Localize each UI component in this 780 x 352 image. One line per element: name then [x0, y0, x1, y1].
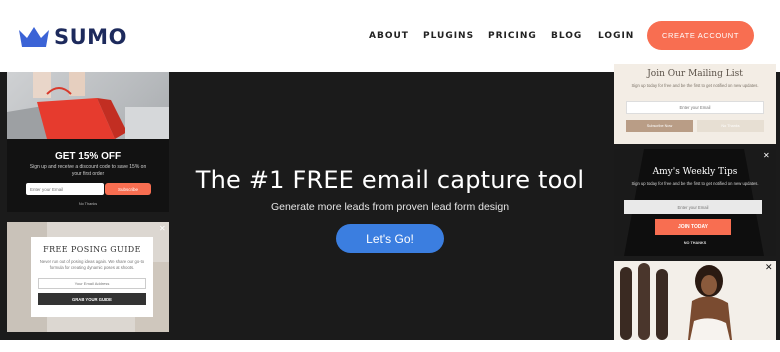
mailing-list-popup-example: Join Our Mailing List Sign up today for …: [614, 64, 776, 144]
popup-email-input[interactable]: [624, 200, 762, 214]
photo-popup-example: ✕: [614, 261, 776, 340]
nav-plugins[interactable]: PLUGINS: [423, 31, 474, 41]
grab-guide-button[interactable]: GRAB YOUR GUIDE: [38, 293, 146, 305]
popup-panel: FREE POSING GUIDE Never run out of posin…: [31, 237, 153, 317]
popup-email-input[interactable]: [626, 101, 764, 114]
nav-pricing[interactable]: PRICING: [488, 31, 537, 41]
nav-login[interactable]: LOGIN: [598, 31, 634, 41]
popup-title: Join Our Mailing List: [647, 69, 743, 79]
portrait-photo: [614, 261, 776, 340]
nav-blog[interactable]: BLOG: [551, 31, 582, 41]
page: SUMO ABOUT PLUGINS PRICING BLOG LOGIN CR…: [0, 0, 780, 352]
page-bottom-strip: [0, 340, 780, 352]
discount-popup-example: GET 15% OFF Sign up and receive a discou…: [7, 72, 169, 212]
popup-email-input[interactable]: [38, 278, 146, 289]
popup-title: FREE POSING GUIDE: [43, 245, 141, 254]
site-header: SUMO ABOUT PLUGINS PRICING BLOG LOGIN CR…: [0, 0, 780, 72]
popup-email-input[interactable]: [26, 183, 104, 195]
popup-description: Sign up today for free and be the first …: [631, 181, 759, 186]
join-today-button[interactable]: JOIN TODAY: [655, 219, 731, 235]
popup-title: GET 15% OFF: [54, 151, 122, 162]
hero-subtitle: Generate more leads from proven lead for…: [270, 201, 510, 213]
create-account-button[interactable]: CREATE ACCOUNT: [647, 21, 754, 50]
close-icon[interactable]: ✕: [765, 262, 773, 273]
no-thanks-button[interactable]: No Thanks: [697, 120, 764, 132]
shopping-bag-photo: [7, 72, 169, 139]
subscribe-button[interactable]: Subscribe: [105, 183, 151, 195]
popup-title: Amy's Weekly Tips: [652, 167, 738, 177]
close-icon[interactable]: ✕: [763, 151, 770, 160]
posing-guide-popup-example: FREE POSING GUIDE Never run out of posin…: [7, 222, 169, 332]
popup-description: Never run out of posing ideas again. We …: [39, 259, 145, 270]
weekly-tips-popup-example: Amy's Weekly Tips Sign up today for free…: [614, 149, 776, 256]
popup-description: Sign up today for free and be the first …: [631, 83, 759, 88]
no-thanks-link[interactable]: No Thanks: [7, 202, 169, 206]
close-icon[interactable]: ✕: [159, 224, 166, 233]
no-thanks-link[interactable]: NO THANKS: [614, 241, 776, 245]
popup-description: Sign up and receive a discount code to s…: [29, 164, 147, 177]
hero-title: The #1 FREE email capture tool: [195, 166, 585, 194]
subscribe-now-button[interactable]: Subscribe Now: [626, 120, 693, 132]
lets-go-button[interactable]: Let's Go!: [336, 224, 444, 253]
nav-about[interactable]: ABOUT: [369, 31, 409, 41]
